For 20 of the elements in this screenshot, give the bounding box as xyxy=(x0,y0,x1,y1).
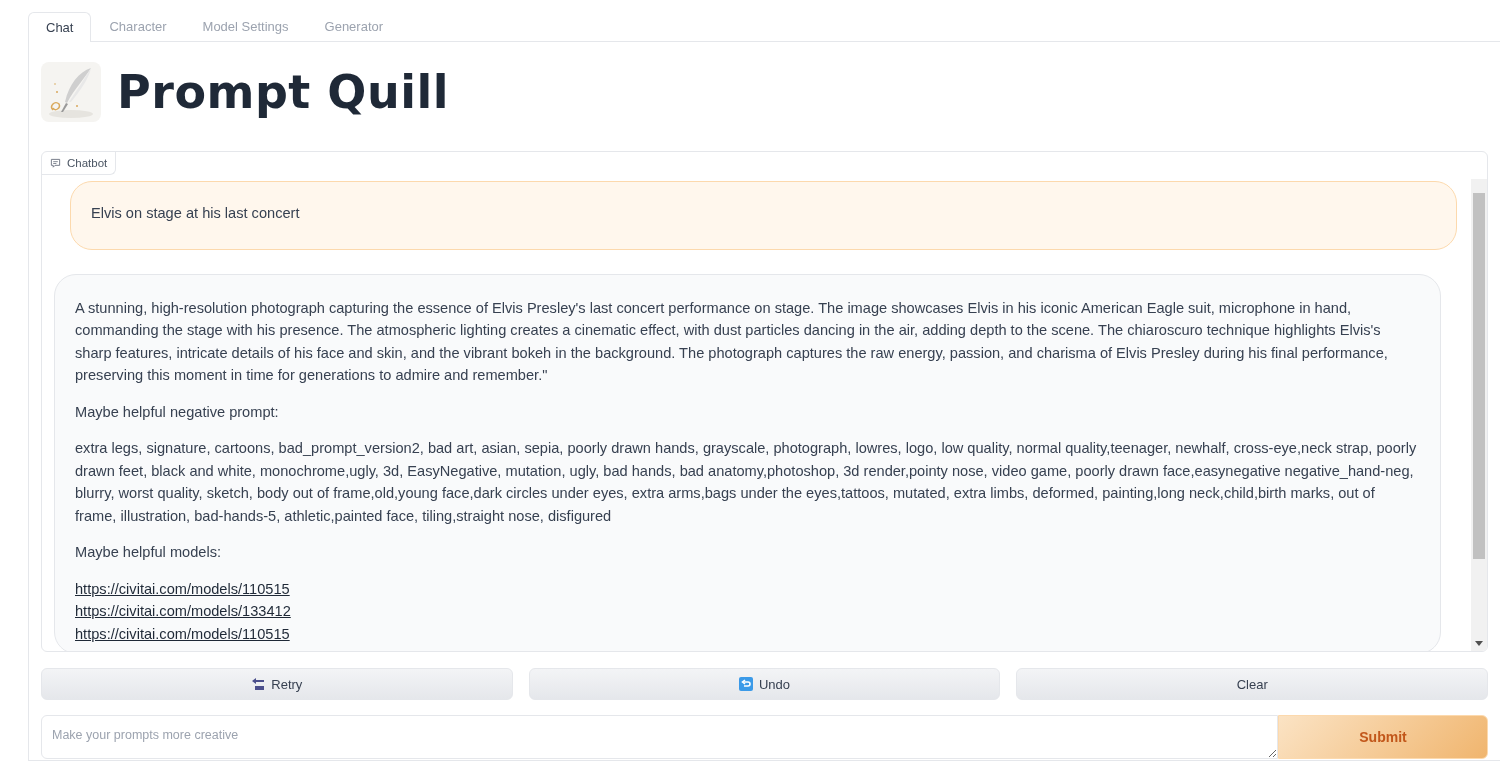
scroll-down-arrow-icon[interactable] xyxy=(1475,641,1483,647)
action-button[interactable]: Undo xyxy=(528,668,1001,700)
prompt-input-field[interactable]: Make your prompts more creative xyxy=(41,715,1278,759)
model-link[interactable]: https://civitai.com/models/110515 xyxy=(75,577,290,600)
message-text: extra legs, signature, cartoons, bad_prompt_version2, bad art, asian, sepia, poorly drawn hands, grayscale, photograph, lowres, logo, low quality, normal quality,teenager, newhalf, cross-eye,neck strap, poorly drawn feet, black and white, monochrome,ugly, 3d, EasyNegative, mutation, ugly, bad hands, bad anatomy,photoshop, 3d render,pointy nose, video game, poorly drawn face,easynegative negative_hand-neg, blurry, worst quality, sketch, body out of frame,old,young face,dark circles under eyes, extra arms,bags under the eyes,tattoos, mutated, extra limbs, deformed, painting,long neck,child,birth marks, out of frame, illustration, bad-hands-5, athletic,painted face, tiling,straight nose, disfigured xyxy=(75,439,1418,526)
undo-icon xyxy=(738,677,753,691)
action-button[interactable]: Clear xyxy=(1016,668,1488,700)
action-button[interactable]: Retry xyxy=(41,668,513,700)
model-link[interactable]: https://civitai.com/models/133412 xyxy=(75,600,291,623)
message-text: Maybe helpful negative prompt: xyxy=(75,402,280,422)
message-text: Elvis on stage at his last concert xyxy=(91,204,301,223)
app-title: Prompt Quill xyxy=(117,65,450,119)
model-link[interactable]: https://civitai.com/models/110515 xyxy=(75,622,290,645)
back-arrow-icon xyxy=(251,677,266,691)
chat-icon xyxy=(50,157,61,169)
tab[interactable]: Chat xyxy=(28,12,92,42)
scrollbar[interactable] xyxy=(1471,179,1487,651)
message-text: Maybe helpful models: xyxy=(75,543,223,562)
message-text: A stunning, high-resolution photograph capturing the essence of Elvis Presley's last concert performance on stage. The image showcases Elvis in his iconic American Eagle suit, microphone in hand, commanding the stage with his presence. The atmospheric lighting creates a cinematic effect, with dust particles dancing in the air, adding depth to the scene. The chiaroscuro technique highlights Elvis's sharp features, intricate details of his face and skin, and the vibrant bokeh in the background. The photograph captures the raw energy, passion, and charisma of Elvis Presley during his final performance, preserving this moment in time for generations to admire and remember." xyxy=(75,298,1389,385)
chatbot-label: Chatbot xyxy=(42,152,117,175)
